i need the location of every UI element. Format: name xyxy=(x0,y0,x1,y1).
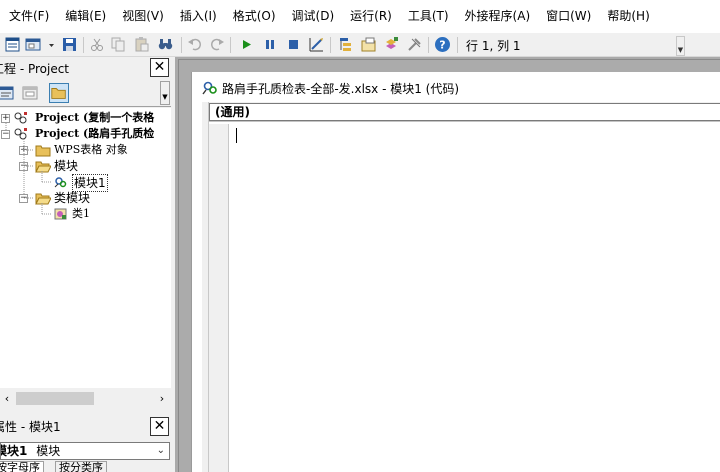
insert-dropdown-icon[interactable] xyxy=(43,36,54,53)
project-tree: + Project (复制一个表格 − Project (路肩手孔质检 + WP… xyxy=(0,108,171,388)
tab-categorized[interactable]: 按分类序 xyxy=(55,461,107,472)
code-window-left-border xyxy=(202,102,209,472)
toolbox-icon[interactable] xyxy=(406,36,423,53)
find-icon[interactable] xyxy=(157,36,174,53)
text-caret xyxy=(236,128,237,143)
chevron-down-icon: ⌄ xyxy=(156,445,165,456)
scroll-thumb[interactable] xyxy=(16,392,94,405)
module-icon xyxy=(201,80,219,96)
menu-help[interactable]: 帮助(H) xyxy=(599,0,657,33)
code-editor[interactable] xyxy=(230,124,720,472)
svg-text:?: ? xyxy=(439,39,445,52)
project-panel-header: 工程 - Project ✕ xyxy=(0,57,171,78)
cut-icon[interactable] xyxy=(89,36,106,53)
object-browser-icon[interactable] xyxy=(383,36,400,53)
menu-insert[interactable]: 插入(I) xyxy=(172,0,225,33)
toolbar-separator xyxy=(428,37,429,53)
help-icon[interactable]: ? xyxy=(434,36,451,53)
view-code-icon[interactable] xyxy=(0,83,16,103)
paste-icon[interactable] xyxy=(133,36,150,53)
scroll-right-icon[interactable]: › xyxy=(155,391,169,407)
toolbar-separator xyxy=(181,37,182,53)
menu-window[interactable]: 窗口(W) xyxy=(538,0,599,33)
scroll-left-icon[interactable]: ‹ xyxy=(0,391,14,407)
tree-connector-lines xyxy=(5,123,51,215)
standard-toolbar: ? 行 1, 列 1 ▼ xyxy=(0,33,720,57)
copy-icon[interactable] xyxy=(110,36,127,53)
toolbar-separator xyxy=(83,37,84,53)
code-window-titlebar[interactable]: 路肩手孔质检表-全部-发.xlsx - 模块1 (代码) xyxy=(192,72,720,102)
project-panel-dropdown-icon[interactable]: ▼ xyxy=(160,81,170,105)
properties-tabs: 按字母序 按分类序 xyxy=(0,461,171,472)
properties-window-icon[interactable] xyxy=(360,36,377,53)
toolbar-separator xyxy=(230,37,231,53)
design-mode-icon[interactable] xyxy=(308,36,325,53)
menu-tools[interactable]: 工具(T) xyxy=(400,0,457,33)
view-object-icon[interactable] xyxy=(20,83,40,103)
menu-debug[interactable]: 调试(D) xyxy=(284,0,343,33)
toolbar-options-icon[interactable]: ▼ xyxy=(676,36,685,56)
pause-icon[interactable] xyxy=(261,36,278,53)
properties-panel-close-button[interactable]: ✕ xyxy=(150,417,169,436)
properties-object-select[interactable]: 模块1 模块 ⌄ xyxy=(0,442,170,460)
object-combo[interactable]: (通用) xyxy=(209,102,720,122)
run-icon[interactable] xyxy=(238,36,255,53)
code-window: 路肩手孔质检表-全部-发.xlsx - 模块1 (代码) (通用) xyxy=(191,72,720,472)
cursor-position-indicator: 行 1, 列 1 xyxy=(466,39,521,53)
menu-bar: 文件(F) 编辑(E) 视图(V) 插入(I) 格式(O) 调试(D) 运行(R… xyxy=(0,0,720,33)
object-combo-value[interactable]: (通用) xyxy=(209,103,720,121)
toolbar-separator xyxy=(457,37,458,53)
redo-icon[interactable] xyxy=(208,36,225,53)
tab-alphabetic[interactable]: 按字母序 xyxy=(0,461,44,472)
reset-icon[interactable] xyxy=(285,36,302,53)
project-tree-hscrollbar[interactable]: ‹ › xyxy=(0,389,171,409)
code-margin-indicator-bar[interactable] xyxy=(209,124,229,472)
toolbar-separator xyxy=(330,37,331,53)
object-type: 模块 xyxy=(36,444,61,458)
undo-icon[interactable] xyxy=(187,36,204,53)
view-excel-icon[interactable] xyxy=(4,36,21,53)
insert-userform-icon[interactable] xyxy=(25,36,42,53)
code-window-title: 路肩手孔质检表-全部-发.xlsx - 模块1 (代码) xyxy=(222,82,460,96)
project-panel-close-button[interactable]: ✕ xyxy=(150,58,169,77)
toggle-folders-icon[interactable] xyxy=(49,83,69,103)
menu-run[interactable]: 运行(R) xyxy=(342,0,400,33)
properties-panel-header: 属性 - 模块1 ✕ xyxy=(0,414,171,438)
menu-view[interactable]: 视图(V) xyxy=(114,0,172,33)
project-panel-title: 工程 - Project xyxy=(0,62,70,76)
menu-edit[interactable]: 编辑(E) xyxy=(57,0,114,33)
menu-format[interactable]: 格式(O) xyxy=(225,0,284,33)
object-name: 模块1 xyxy=(1,444,28,458)
project-explorer-icon[interactable] xyxy=(337,36,354,53)
save-icon[interactable] xyxy=(61,36,78,53)
menu-addins[interactable]: 外接程序(A) xyxy=(457,0,539,33)
project-panel-toolbar: ▼ xyxy=(0,79,171,107)
properties-panel-title: 属性 - 模块1 xyxy=(0,420,61,434)
menu-file[interactable]: 文件(F) xyxy=(0,0,57,33)
